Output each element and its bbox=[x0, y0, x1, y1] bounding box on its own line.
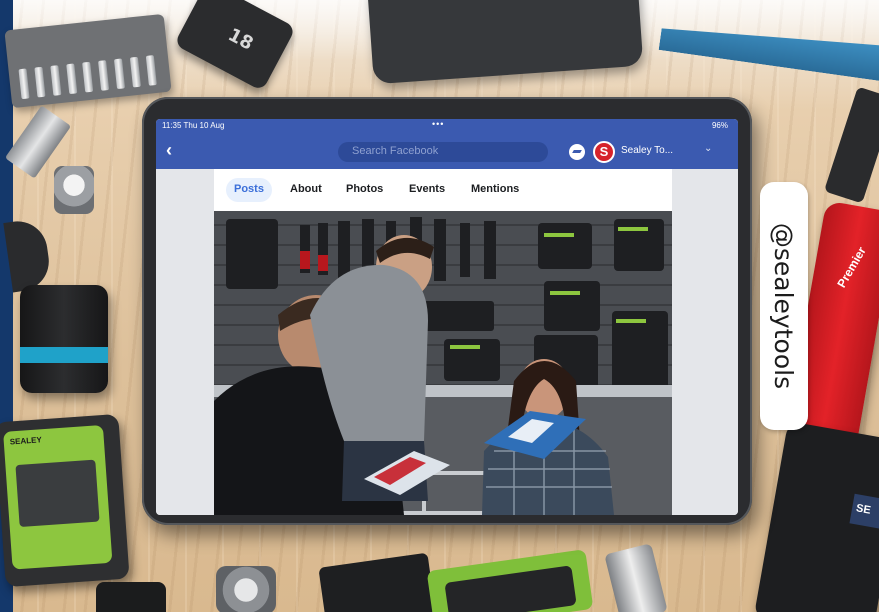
messenger-icon[interactable] bbox=[569, 144, 585, 160]
deep-impact-socket bbox=[20, 285, 108, 393]
inclinometer-screen bbox=[15, 459, 100, 528]
status-bar: 11:35 Thu 10 Aug ••• 96% bbox=[156, 119, 738, 133]
hex-nut bbox=[54, 166, 94, 214]
page-name[interactable]: Sealey To... bbox=[621, 145, 673, 156]
tablet-device: 11:35 Thu 10 Aug ••• 96% ‹ Search Facebo… bbox=[142, 97, 752, 525]
multitask-dots[interactable]: ••• bbox=[432, 119, 444, 129]
tab-posts[interactable]: Posts bbox=[226, 178, 272, 202]
cover-photo[interactable] bbox=[214, 211, 672, 515]
chevron-down-icon[interactable]: ⌄ bbox=[704, 143, 712, 154]
tab-events[interactable]: Events bbox=[401, 178, 453, 202]
status-time: 11:35 Thu 10 Aug bbox=[162, 121, 225, 130]
facebook-header: ‹ Search Facebook S Sealey To... ⌄ bbox=[156, 133, 738, 169]
page-tabs: Posts About Photos Events Mentions bbox=[214, 169, 672, 211]
page-avatar[interactable]: S bbox=[593, 141, 615, 163]
tab-mentions[interactable]: Mentions bbox=[463, 178, 527, 202]
case-badge: SE bbox=[849, 493, 879, 531]
digital-inclinometer: SEALEY bbox=[0, 413, 130, 588]
shop-photo-illustration bbox=[214, 211, 672, 515]
tab-photos[interactable]: Photos bbox=[338, 178, 391, 202]
tab-about[interactable]: About bbox=[282, 178, 330, 202]
nut-bottom bbox=[216, 566, 276, 612]
battery-indicator: 96% bbox=[711, 121, 728, 130]
tablet-screen: 11:35 Thu 10 Aug ••• 96% ‹ Search Facebo… bbox=[156, 119, 738, 515]
search-input[interactable]: Search Facebook bbox=[338, 142, 548, 162]
right-gutter bbox=[672, 169, 738, 515]
knife-brand: Premier bbox=[834, 244, 869, 291]
left-gutter bbox=[156, 169, 214, 515]
socket-size-label: 18 bbox=[224, 24, 257, 55]
bit-set-tray bbox=[4, 13, 172, 109]
socket-blue-band bbox=[20, 347, 108, 363]
chevron-left-icon[interactable]: ‹ bbox=[166, 141, 180, 160]
socket-bottom bbox=[96, 582, 166, 612]
social-handle-text: @sealeytools bbox=[769, 222, 798, 390]
social-handle-badge: @sealeytools bbox=[760, 182, 808, 430]
